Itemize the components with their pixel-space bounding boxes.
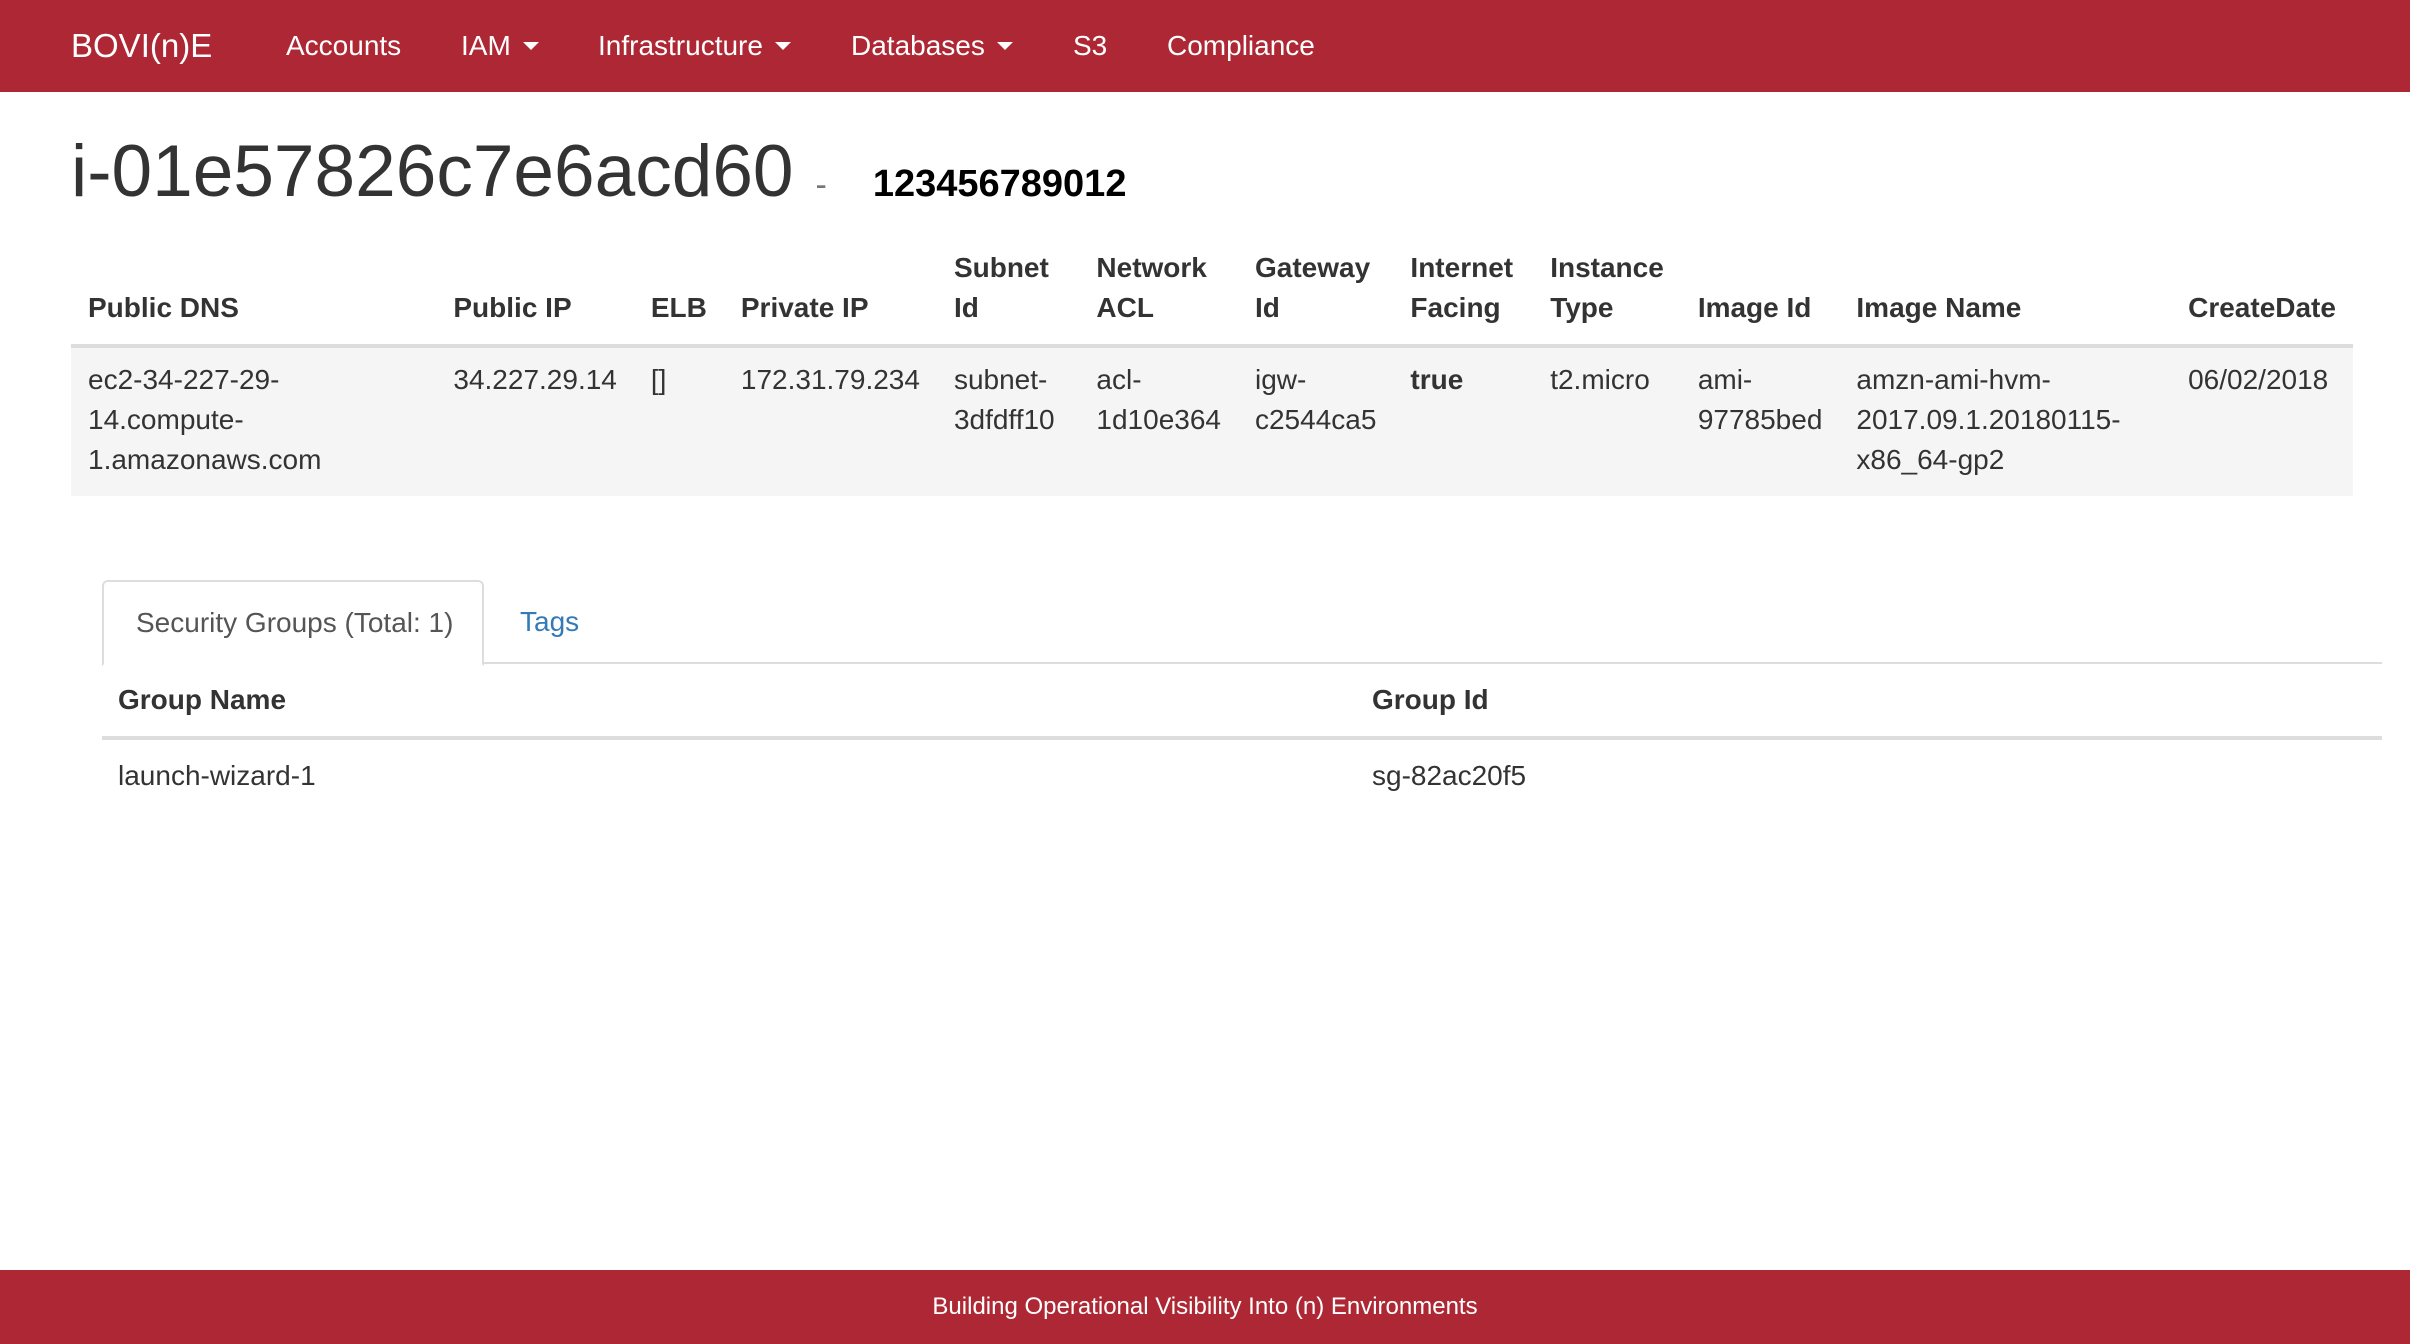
- cell-public-ip: 34.227.29.14: [436, 346, 634, 496]
- col-group-name: Group Name: [102, 664, 1356, 740]
- instance-details-table: Public DNS Public IP ELB Private IP Subn…: [71, 236, 2353, 496]
- table-row: ec2-34-227-29-14.compute-1.amazonaws.com…: [71, 346, 2353, 496]
- tab-tags-label: Tags: [520, 606, 580, 637]
- col-private-ip: Private IP: [723, 236, 937, 348]
- cell-internet-facing: true: [1393, 346, 1534, 496]
- footer-text: Building Operational Visibility Into (n)…: [932, 1293, 1478, 1320]
- col-group-id: Group Id: [1356, 664, 2382, 740]
- nav-databases-label: Databases: [851, 30, 985, 61]
- instance-id-title: i-01e57826c7e6acd60: [71, 131, 794, 212]
- cell-create-date: 06/02/2018: [2171, 346, 2353, 496]
- table-row: launch-wizard-1 sg-82ac20f5: [102, 738, 2382, 812]
- cell-public-dns: ec2-34-227-29-14.compute-1.amazonaws.com: [71, 346, 437, 496]
- table-header-row: Group Name Group Id: [102, 664, 2382, 740]
- caret-down-icon: [996, 42, 1013, 50]
- col-network-acl: Network ACL: [1079, 236, 1238, 348]
- col-elb: ELB: [633, 236, 724, 348]
- tab-security-groups-label: Security Groups (Total: 1): [136, 607, 454, 638]
- col-gateway-id: Gateway Id: [1237, 236, 1394, 348]
- cell-instance-type: t2.micro: [1533, 346, 1681, 496]
- cell-image-id: ami-97785bed: [1680, 346, 1840, 496]
- col-instance-type: Instance Type: [1533, 236, 1681, 348]
- tab-security-groups[interactable]: Security Groups (Total: 1): [102, 580, 484, 666]
- nav-infrastructure-label: Infrastructure: [598, 30, 763, 61]
- nav-compliance[interactable]: Compliance: [1167, 0, 1315, 92]
- nav-accounts[interactable]: Accounts: [286, 0, 401, 92]
- cell-elb: []: [633, 346, 724, 496]
- nav-accounts-label: Accounts: [286, 30, 402, 61]
- col-image-name: Image Name: [1839, 236, 2172, 348]
- brand-logo[interactable]: BOVI(n)E: [71, 0, 212, 92]
- col-internet-facing: Internet Facing: [1393, 236, 1534, 348]
- nav-s3[interactable]: S3: [1073, 0, 1107, 92]
- page-title: i-01e57826c7e6acd60 - 123456789012: [71, 130, 1126, 220]
- tab-tags[interactable]: Tags: [520, 580, 579, 664]
- cell-subnet-id: subnet-3dfdff10: [936, 346, 1080, 496]
- table-header-row: Public DNS Public IP ELB Private IP Subn…: [71, 236, 2353, 348]
- nav-iam[interactable]: IAM: [461, 0, 539, 92]
- nav-iam-label: IAM: [461, 30, 511, 61]
- cell-image-name: amzn-ami-hvm-2017.09.1.20180115-x86_64-g…: [1839, 346, 2172, 496]
- cell-private-ip: 172.31.79.234: [723, 346, 937, 496]
- security-groups-table: Group Name Group Id launch-wizard-1 sg-8…: [102, 664, 2382, 812]
- nav-infrastructure[interactable]: Infrastructure: [598, 0, 791, 92]
- caret-down-icon: [522, 42, 539, 50]
- col-subnet-id: Subnet Id: [936, 236, 1080, 348]
- top-navbar: BOVI(n)E Accounts IAM Infrastructure Dat…: [0, 0, 2410, 92]
- footer: Building Operational Visibility Into (n)…: [0, 1270, 2410, 1344]
- col-create-date: CreateDate: [2171, 236, 2353, 348]
- detail-tabs: Security Groups (Total: 1) Tags: [102, 580, 2382, 666]
- cell-group-id: sg-82ac20f5: [1372, 760, 1527, 791]
- col-public-ip: Public IP: [436, 236, 634, 348]
- cell-gateway-id: igw-c2544ca5: [1237, 346, 1394, 496]
- cell-network-acl: acl-1d10e364: [1079, 346, 1238, 496]
- caret-down-icon: [774, 42, 791, 50]
- nav-databases[interactable]: Databases: [851, 0, 1013, 92]
- col-image-id: Image Id: [1680, 236, 1840, 348]
- title-separator: -: [815, 166, 827, 204]
- cell-group-name: launch-wizard-1: [118, 760, 316, 791]
- nav-s3-label: S3: [1073, 30, 1108, 61]
- account-id-label: 123456789012: [872, 163, 1127, 205]
- nav-compliance-label: Compliance: [1167, 30, 1315, 61]
- col-public-dns: Public DNS: [71, 236, 437, 348]
